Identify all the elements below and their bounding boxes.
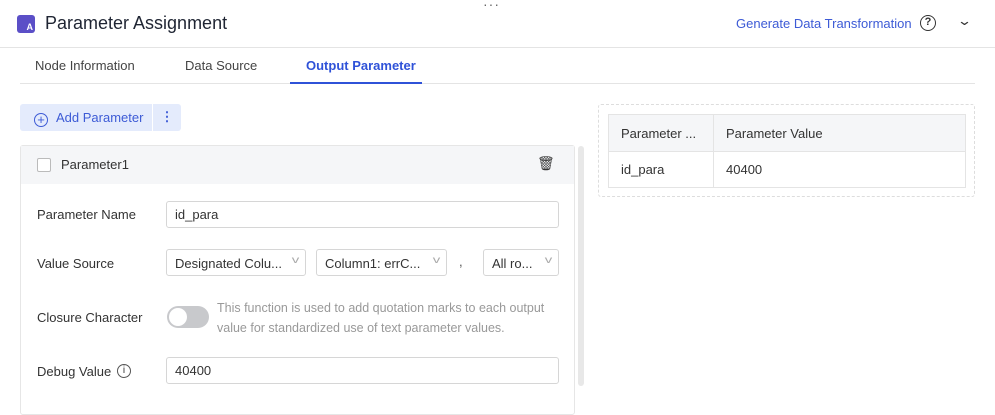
more-options-button[interactable]: ⋮ <box>153 104 181 131</box>
divider <box>0 47 995 48</box>
add-parameter-label: Add Parameter <box>56 110 144 125</box>
page-title: Parameter Assignment <box>45 13 228 33</box>
source-column-value: Column1: errC... <box>325 256 421 271</box>
tabs-divider <box>20 83 975 84</box>
parameter-checkbox[interactable] <box>37 158 51 172</box>
tab-node-information[interactable]: Node Information <box>35 58 135 73</box>
column-header: Parameter Value <box>713 114 966 152</box>
parameter-title: Parameter1 <box>61 157 129 172</box>
table-cell: 40400 <box>713 151 966 188</box>
closure-character-label: Closure Character <box>37 310 143 325</box>
tab-output-parameter[interactable]: Output Parameter <box>306 58 416 73</box>
table-row: id_para 40400 <box>608 151 966 188</box>
trash-icon[interactable]: 🗑 <box>537 155 555 172</box>
preview-table: Parameter ... Parameter Value id_para 4040… <box>608 114 966 188</box>
chevron-down-icon: v <box>291 255 300 266</box>
parameter-name-label: Parameter Name <box>37 207 136 222</box>
parameter-assignment-logo-icon: A <box>17 15 35 33</box>
source-column-select[interactable]: Column1: errC... v <box>316 249 447 276</box>
active-tab-indicator <box>290 82 422 84</box>
drag-handle[interactable]: ··· <box>483 0 500 12</box>
source-rows-select[interactable]: All ro... v <box>483 249 559 276</box>
debug-value-label: Debug Value <box>37 364 112 379</box>
scrollbar[interactable] <box>578 146 584 386</box>
closure-character-hint: This function is used to add quotation m… <box>217 301 545 335</box>
column-header: Parameter ... <box>608 114 714 152</box>
source-type-select[interactable]: Designated Colu... v <box>166 249 306 276</box>
chevron-down-icon[interactable]: ⌄ <box>957 13 972 29</box>
table-cell: id_para <box>608 151 714 188</box>
plus-circle-icon: + <box>34 113 48 127</box>
info-icon[interactable]: i <box>117 364 131 378</box>
source-type-value: Designated Colu... <box>175 256 282 271</box>
source-rows-value: All ro... <box>492 256 533 271</box>
help-icon[interactable]: ? <box>920 15 936 31</box>
parameter-name-input[interactable] <box>166 201 559 228</box>
add-parameter-button[interactable]: + Add Parameter <box>20 104 152 131</box>
chevron-down-icon: v <box>544 255 553 266</box>
table-header-row: Parameter ... Parameter Value <box>608 114 966 152</box>
chevron-down-icon: v <box>432 255 441 266</box>
generate-data-transformation-link[interactable]: Generate Data Transformation <box>736 16 912 31</box>
tab-data-source[interactable]: Data Source <box>185 58 257 73</box>
closure-character-toggle[interactable] <box>167 306 209 328</box>
value-source-label: Value Source <box>37 256 115 271</box>
separator: , <box>459 254 463 269</box>
debug-value-input[interactable] <box>166 357 559 384</box>
